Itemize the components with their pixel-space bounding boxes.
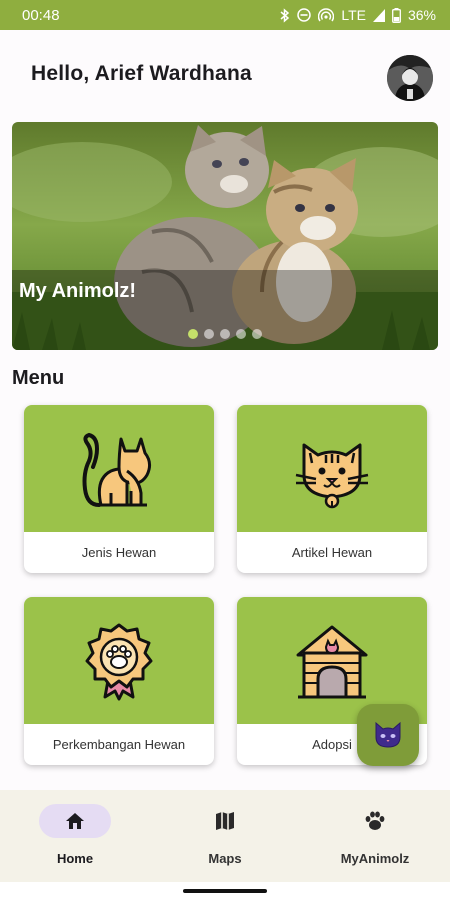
nav-label: Maps	[208, 851, 242, 866]
nav-active-indicator	[39, 804, 111, 838]
menu-card-perkembangan-hewan[interactable]: Perkembangan Hewan	[24, 597, 214, 765]
cat-head-icon	[375, 721, 401, 748]
nav-icon-container	[339, 804, 411, 838]
bluetooth-icon	[280, 7, 290, 23]
nav-icon-container	[189, 804, 261, 838]
cat-face-icon	[295, 443, 369, 508]
home-gesture-bar[interactable]	[183, 889, 267, 893]
menu-title: Menu	[12, 367, 65, 389]
hotspot-icon	[318, 8, 335, 22]
status-time: 00:48	[22, 6, 60, 24]
bottom-navigation: Home Maps MyAnimolz	[0, 790, 450, 882]
banner-title: My Animolz!	[19, 280, 137, 302]
carousel-dot[interactable]	[204, 329, 214, 339]
carousel-indicator	[188, 329, 262, 339]
paw-icon	[365, 811, 385, 830]
menu-card-artikel-hewan[interactable]: Artikel Hewan	[237, 405, 427, 573]
carousel-dot[interactable]	[220, 329, 230, 339]
nav-item-home[interactable]: Home	[0, 790, 150, 882]
paw-badge-icon	[85, 623, 153, 700]
nav-item-myanimolz[interactable]: MyAnimolz	[300, 790, 450, 882]
home-icon	[66, 813, 84, 829]
map-icon	[216, 812, 234, 830]
floating-action-button[interactable]	[357, 704, 419, 766]
network-type: LTE	[341, 7, 366, 23]
carousel-dot[interactable]	[252, 329, 262, 339]
banner-carousel[interactable]: My Animolz!	[12, 122, 438, 350]
nav-label: Home	[56, 851, 94, 866]
greeting-text: Hello, Arief Wardhana	[31, 62, 252, 85]
avatar[interactable]	[387, 55, 433, 101]
status-icons: LTE 36%	[280, 7, 436, 23]
carousel-dot[interactable]	[188, 329, 198, 339]
pet-house-icon	[296, 625, 368, 698]
menu-card-label: Artikel Hewan	[291, 545, 373, 560]
battery-icon	[392, 7, 401, 23]
do-not-disturb-icon	[297, 8, 312, 22]
menu-card-label: Perkembangan Hewan	[52, 737, 186, 752]
carousel-dot[interactable]	[236, 329, 246, 339]
menu-card-image	[24, 597, 214, 724]
menu-card-jenis-hewan[interactable]: Jenis Hewan	[24, 405, 214, 573]
status-bar: 00:48 LTE 36%	[0, 0, 450, 30]
cat-sitting-icon	[82, 432, 152, 507]
battery-level: 36%	[407, 7, 436, 23]
nav-item-maps[interactable]: Maps	[150, 790, 300, 882]
menu-card-image	[237, 405, 427, 532]
nav-label: MyAnimolz	[340, 851, 410, 866]
menu-card-image	[24, 405, 214, 532]
menu-card-label: Jenis Hewan	[81, 545, 157, 560]
signal-icon	[372, 8, 385, 22]
